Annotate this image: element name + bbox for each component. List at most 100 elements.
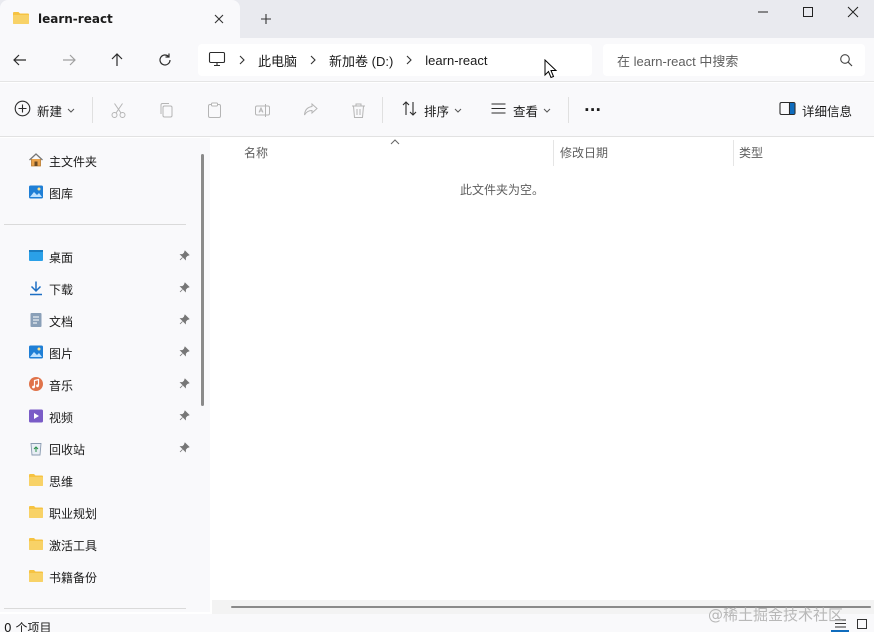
- chevron-right-icon: [238, 55, 246, 65]
- view-button[interactable]: 查看: [490, 99, 551, 121]
- up-arrow-icon[interactable]: [105, 48, 129, 72]
- tab-learn-react[interactable]: learn-react: [0, 0, 240, 38]
- mouse-cursor-icon: [544, 58, 558, 82]
- forward-arrow-icon[interactable]: [57, 48, 81, 72]
- sidebar-item-pictures[interactable]: 图片: [0, 340, 196, 364]
- computer-icon: [208, 51, 226, 70]
- sidebar-item-label: 下载: [49, 283, 74, 297]
- plus-icon[interactable]: [256, 9, 276, 29]
- toolbar-divider: [568, 97, 569, 123]
- more-options-button[interactable]: ···: [584, 99, 601, 121]
- view-icon: [490, 100, 507, 120]
- toolbar-divider: [382, 97, 383, 123]
- pictures-icon: [28, 344, 44, 360]
- chevron-right-icon: [309, 55, 317, 65]
- gallery-icon: [28, 184, 44, 200]
- pin-icon[interactable]: [179, 410, 190, 424]
- sort-icon: [401, 100, 418, 120]
- refresh-icon[interactable]: [153, 48, 177, 72]
- sidebar-item-label: 图片: [49, 347, 74, 361]
- sidebar-item-desktop[interactable]: 桌面: [0, 244, 196, 268]
- breadcrumb-this-pc[interactable]: 此电脑: [258, 51, 297, 70]
- delete-icon[interactable]: [350, 99, 367, 121]
- column-header-name[interactable]: 名称: [244, 138, 268, 166]
- pin-icon[interactable]: [179, 346, 190, 360]
- search-box[interactable]: 在 learn-react 中搜索: [603, 44, 865, 76]
- paste-icon[interactable]: [206, 99, 223, 121]
- sort-label: 排序: [424, 103, 450, 119]
- music-icon: [28, 376, 44, 392]
- cut-icon[interactable]: [110, 99, 127, 121]
- sort-ascending-icon: [390, 135, 400, 149]
- back-arrow-icon[interactable]: [8, 48, 32, 72]
- column-header-date[interactable]: 修改日期: [560, 138, 608, 166]
- toolbar-divider: [92, 97, 93, 123]
- sidebar-item-label: 思维: [49, 475, 74, 489]
- folder-icon: [28, 472, 44, 488]
- close-tab-icon[interactable]: [210, 10, 228, 28]
- address-bar[interactable]: 此电脑 新加卷 (D:) learn-react: [198, 44, 592, 76]
- sidebar-item-home[interactable]: 主文件夹: [0, 148, 196, 172]
- view-label: 查看: [513, 103, 539, 119]
- pin-icon[interactable]: [179, 378, 190, 392]
- column-label: 修改日期: [560, 145, 609, 160]
- column-divider[interactable]: [553, 140, 554, 166]
- sidebar-divider: [4, 608, 186, 609]
- sidebar-item-folder-books[interactable]: 书籍备份: [0, 564, 196, 588]
- details-label: 详细信息: [802, 103, 853, 119]
- breadcrumb-drive-d[interactable]: 新加卷 (D:): [329, 51, 393, 70]
- sidebar-item-folder-career[interactable]: 职业规划: [0, 500, 196, 524]
- search-placeholder: 在 learn-react 中搜索: [617, 53, 739, 69]
- title-bar: learn-react: [0, 0, 874, 38]
- sidebar-item-folder-activation[interactable]: 激活工具: [0, 532, 196, 556]
- new-button[interactable]: 新建: [14, 99, 75, 121]
- close-icon[interactable]: [830, 0, 874, 24]
- sidebar-item-folder-thinking[interactable]: 思维: [0, 468, 196, 492]
- sidebar-item-label: 音乐: [49, 379, 74, 393]
- copy-icon[interactable]: [158, 99, 175, 121]
- pin-icon[interactable]: [179, 314, 190, 328]
- video-icon: [28, 408, 44, 424]
- details-pane-button[interactable]: 详细信息: [779, 99, 852, 121]
- sidebar-item-label: 文档: [49, 315, 74, 329]
- breadcrumb-learn-react[interactable]: learn-react: [425, 53, 487, 68]
- pin-icon[interactable]: [179, 442, 190, 456]
- sidebar-item-label: 桌面: [49, 251, 74, 265]
- watermark-text: @稀土掘金技术社区: [708, 606, 844, 624]
- minimize-icon[interactable]: [740, 0, 786, 24]
- sidebar-item-downloads[interactable]: 下载: [0, 276, 196, 300]
- command-bar: 新建 排序 查看 ··· 详细信息: [0, 83, 874, 137]
- share-icon[interactable]: [302, 99, 319, 121]
- sidebar-item-label: 图库: [49, 187, 74, 201]
- home-icon: [28, 152, 44, 168]
- sidebar-item-label: 职业规划: [49, 507, 98, 521]
- more-label: ···: [584, 101, 602, 119]
- sidebar-item-documents[interactable]: 文档: [0, 308, 196, 332]
- pin-icon[interactable]: [179, 250, 190, 264]
- sidebar-item-videos[interactable]: 视频: [0, 404, 196, 428]
- chevron-down-icon: [67, 103, 75, 117]
- folder-icon: [28, 536, 44, 552]
- rename-icon[interactable]: [254, 99, 271, 121]
- chevron-down-icon: [454, 103, 462, 117]
- maximize-icon[interactable]: [785, 0, 831, 24]
- chevron-down-icon: [543, 103, 551, 117]
- search-icon[interactable]: [839, 53, 853, 70]
- column-divider[interactable]: [733, 140, 734, 166]
- folder-icon: [28, 504, 44, 520]
- column-label: 名称: [244, 145, 269, 160]
- tiles-view-icon[interactable]: [853, 616, 871, 632]
- navigation-pane: 主文件夹 图库 桌面 下载 文档 图片 音乐 视频 回收站 思维 职业规划 激活…: [0, 138, 200, 612]
- details-pane-icon: [779, 101, 796, 119]
- sidebar-item-music[interactable]: 音乐: [0, 372, 196, 396]
- document-icon: [28, 312, 44, 328]
- sidebar-item-label: 主文件夹: [49, 155, 98, 169]
- file-list-area[interactable]: 名称 修改日期 类型 此文件夹为空。: [212, 138, 874, 612]
- sidebar-item-recycle-bin[interactable]: 回收站: [0, 436, 196, 460]
- column-header-type[interactable]: 类型: [739, 138, 763, 166]
- pin-icon[interactable]: [179, 282, 190, 296]
- sidebar-divider: [4, 224, 186, 225]
- sort-button[interactable]: 排序: [401, 99, 462, 121]
- sidebar-item-label: 回收站: [49, 443, 86, 457]
- sidebar-item-label: 视频: [49, 411, 74, 425]
